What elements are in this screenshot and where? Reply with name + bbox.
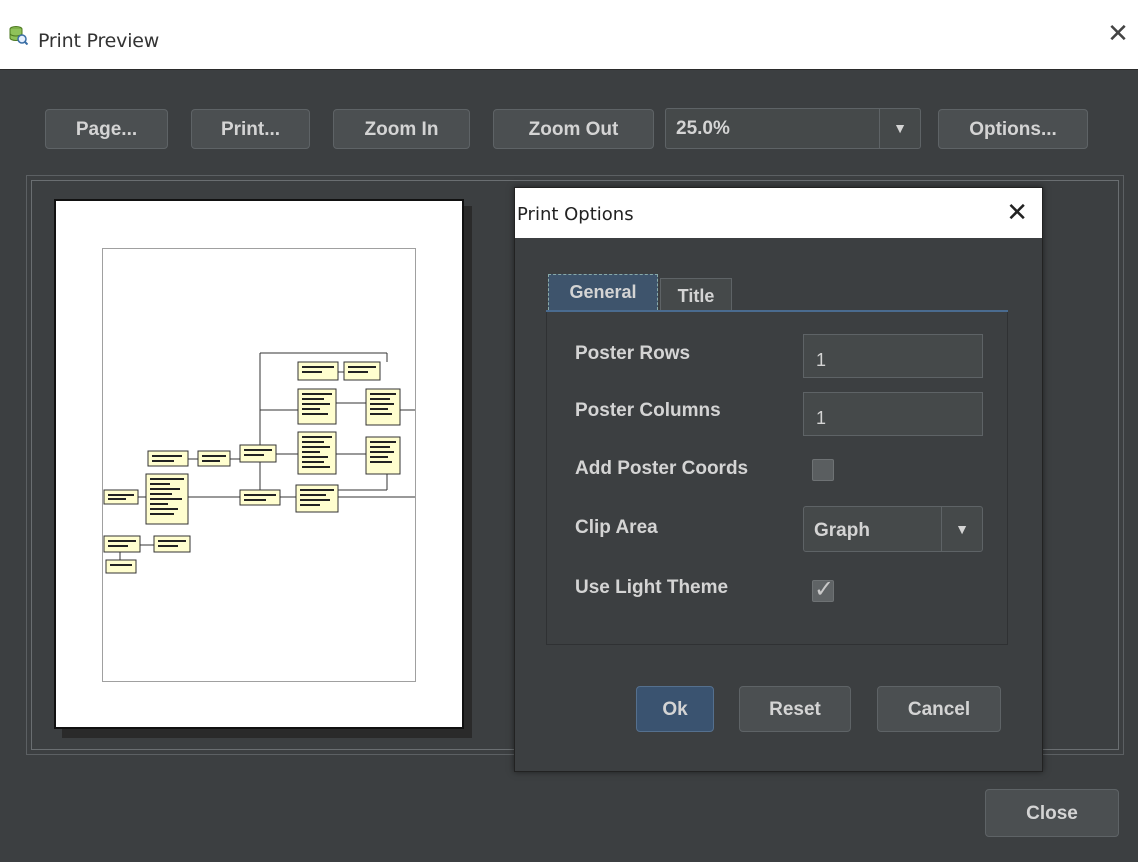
diagram-nodes <box>103 361 401 574</box>
cancel-button[interactable]: Cancel <box>877 686 1001 732</box>
clip-area-value: Graph <box>814 520 870 541</box>
ok-button[interactable]: Ok <box>636 686 714 732</box>
clip-area-label: Clip Area <box>575 517 658 538</box>
poster-rows-field[interactable]: 1 <box>803 334 983 378</box>
tab-general[interactable]: General <box>548 274 658 310</box>
use-light-theme-label: Use Light Theme <box>575 577 729 598</box>
use-light-theme-checkbox[interactable]: ✓ <box>812 576 834 603</box>
poster-rows-label: Poster Rows <box>575 343 691 364</box>
add-poster-coords-label: Add Poster Coords <box>575 458 749 479</box>
dialog-title: Print Options <box>517 204 634 225</box>
diagram-node <box>147 450 189 467</box>
checkmark-icon: ✓ <box>814 576 835 603</box>
tab-title[interactable]: Title <box>660 278 732 310</box>
diagram-node <box>103 535 141 553</box>
reset-button[interactable]: Reset <box>739 686 851 732</box>
diagram-node <box>197 450 231 467</box>
chevron-down-icon[interactable]: ▼ <box>941 507 982 551</box>
diagram-node <box>153 535 191 553</box>
close-button[interactable]: Close <box>985 789 1119 837</box>
clip-area-select[interactable]: Graph ▼ <box>803 506 983 552</box>
dialog-close-icon[interactable]: ✕ <box>1006 198 1028 228</box>
poster-columns-label: Poster Columns <box>575 400 721 421</box>
poster-columns-field[interactable]: 1 <box>803 392 983 436</box>
diagram-node <box>105 559 137 574</box>
add-poster-coords-checkbox[interactable] <box>812 459 834 481</box>
diagram-node <box>239 489 281 506</box>
diagram-node <box>103 489 139 505</box>
dialog-titlebar: Print Options ✕ <box>515 188 1042 238</box>
diagram-node <box>239 444 277 463</box>
